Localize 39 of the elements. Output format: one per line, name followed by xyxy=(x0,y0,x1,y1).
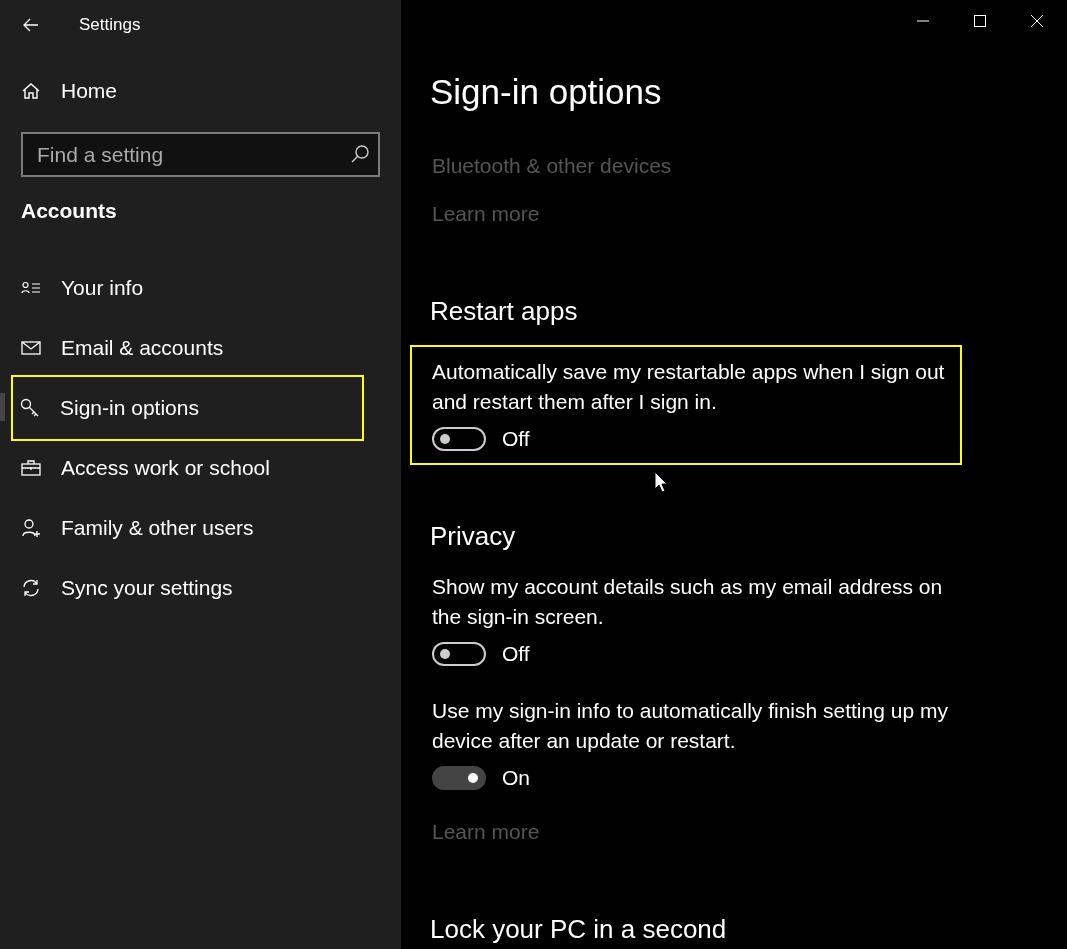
sidebar-item-label: Sync your settings xyxy=(61,576,233,600)
page-title: Sign-in options xyxy=(430,72,663,112)
sync-icon xyxy=(21,578,41,598)
toggle-state-label: On xyxy=(502,766,530,790)
search-field[interactable]: Find a setting xyxy=(21,132,380,177)
sidebar-item[interactable]: Email & accounts xyxy=(0,318,401,378)
sidebar-item-label: Your info xyxy=(61,276,144,300)
key-icon xyxy=(20,398,40,418)
section-title: Accounts xyxy=(20,198,118,224)
sidebar-item[interactable]: Your info xyxy=(0,258,401,318)
toggle-switch[interactable] xyxy=(432,766,486,790)
sidebar-item-label: Email & accounts xyxy=(61,336,224,360)
section-heading: Privacy xyxy=(430,521,516,552)
person-add-icon xyxy=(21,518,41,538)
home-nav-item[interactable]: Home xyxy=(0,62,401,120)
toggle-state-label: Off xyxy=(502,427,530,451)
sidebar-item[interactable]: Access work or school xyxy=(0,438,401,498)
toggle-state-label: Off xyxy=(502,642,530,666)
section-heading: Lock your PC in a second xyxy=(430,914,727,945)
setting-description: Automatically save my restartable apps when I sign out and restart them after I sign in. xyxy=(432,359,946,415)
maximize-icon[interactable] xyxy=(974,15,986,27)
close-icon[interactable] xyxy=(1031,15,1043,27)
sidebar-item[interactable]: Sign-in options xyxy=(13,377,362,439)
home-icon xyxy=(21,81,41,101)
window-title: Settings xyxy=(79,15,141,35)
sidebar-item-label: Family & other users xyxy=(61,516,254,540)
sidebar-item[interactable]: Sync your settings xyxy=(0,558,401,618)
section-heading: Restart apps xyxy=(430,296,578,327)
back-arrow-icon[interactable] xyxy=(23,18,39,32)
mail-icon xyxy=(21,341,41,355)
search-icon xyxy=(350,144,370,164)
briefcase-icon xyxy=(21,460,41,476)
setting-description: Use my sign-in info to automatically finish setting up my device after an update or restart. xyxy=(432,698,949,754)
setting-description: Show my account details such as my email address on the sign-in screen. xyxy=(432,574,944,630)
sidebar-item-label: Access work or school xyxy=(61,456,270,480)
sidebar-item[interactable]: Family & other users xyxy=(0,498,401,558)
mouse-pointer-icon xyxy=(654,471,668,493)
person-list-icon xyxy=(21,280,41,296)
sidebar-item-label: Sign-in options xyxy=(60,396,199,420)
